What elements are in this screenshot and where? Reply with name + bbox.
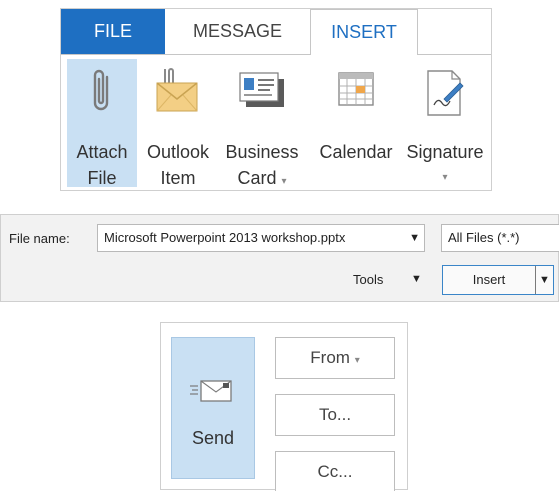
ribbon-tabs: FILE MESSAGE INSERT <box>61 9 491 54</box>
chevron-down-icon[interactable]: ▼ <box>411 273 422 285</box>
send-label: Send <box>191 428 235 448</box>
file-dialog-strip: File name: Microsoft Powerpoint 2013 wor… <box>0 214 559 302</box>
signature-label: Signature <box>406 142 484 162</box>
insert-button-label: Insert <box>472 272 506 287</box>
calendar-button[interactable]: Calendar <box>311 59 401 187</box>
attach-file-label-line2: File <box>87 168 117 188</box>
attach-file-button[interactable]: Attach File <box>67 59 137 188</box>
outlook-item-button[interactable]: Outlook Item <box>141 59 215 188</box>
tab-insert[interactable]: INSERT <box>310 9 418 54</box>
signature-button[interactable]: Signature ▾ <box>401 59 489 187</box>
send-button[interactable]: Send <box>171 337 255 479</box>
chevron-down-icon: ▾ <box>442 172 448 183</box>
ribbon-panel: FILE MESSAGE INSERT Attach File Outlook <box>60 8 492 191</box>
chevron-down-icon[interactable]: ▼ <box>539 266 550 294</box>
chevron-down-icon[interactable]: ▼ <box>409 225 420 251</box>
business-card-icon <box>236 65 288 122</box>
tabs-divider <box>61 54 491 55</box>
from-label: From <box>310 348 350 367</box>
cc-button[interactable]: Cc... <box>275 451 395 491</box>
send-icon <box>188 376 238 411</box>
calendar-label: Calendar <box>319 142 393 162</box>
split-divider <box>535 266 536 294</box>
from-button[interactable]: From ▾ <box>275 337 395 379</box>
file-type-select[interactable]: All Files (*.*) <box>441 224 559 252</box>
business-card-button[interactable]: Business Card ▾ <box>219 59 305 188</box>
paperclip-icon <box>91 65 113 122</box>
file-name-input[interactable]: Microsoft Powerpoint 2013 workshop.pptx … <box>97 224 425 252</box>
file-name-value: Microsoft Powerpoint 2013 workshop.pptx <box>104 230 346 245</box>
insert-button[interactable]: Insert ▼ <box>442 265 554 295</box>
outlook-item-label-line2: Item <box>160 168 196 188</box>
tab-message[interactable]: MESSAGE <box>165 9 310 54</box>
calendar-icon <box>333 65 379 122</box>
business-card-label-line1: Business <box>225 142 299 162</box>
to-button[interactable]: To... <box>275 394 395 436</box>
chevron-down-icon: ▾ <box>354 355 360 366</box>
signature-icon <box>422 65 468 128</box>
file-name-label: File name: <box>9 231 70 246</box>
business-card-label-line2: Card <box>237 168 277 188</box>
envelope-icon <box>153 65 203 122</box>
outlook-item-label-line1: Outlook <box>146 142 210 162</box>
compose-header-panel: Send From ▾ To... Cc... <box>160 322 408 491</box>
tools-menu[interactable]: Tools <box>353 272 383 287</box>
tab-file[interactable]: FILE <box>61 9 165 54</box>
attach-file-label-line1: Attach <box>76 142 128 162</box>
chevron-down-icon: ▾ <box>281 176 287 187</box>
